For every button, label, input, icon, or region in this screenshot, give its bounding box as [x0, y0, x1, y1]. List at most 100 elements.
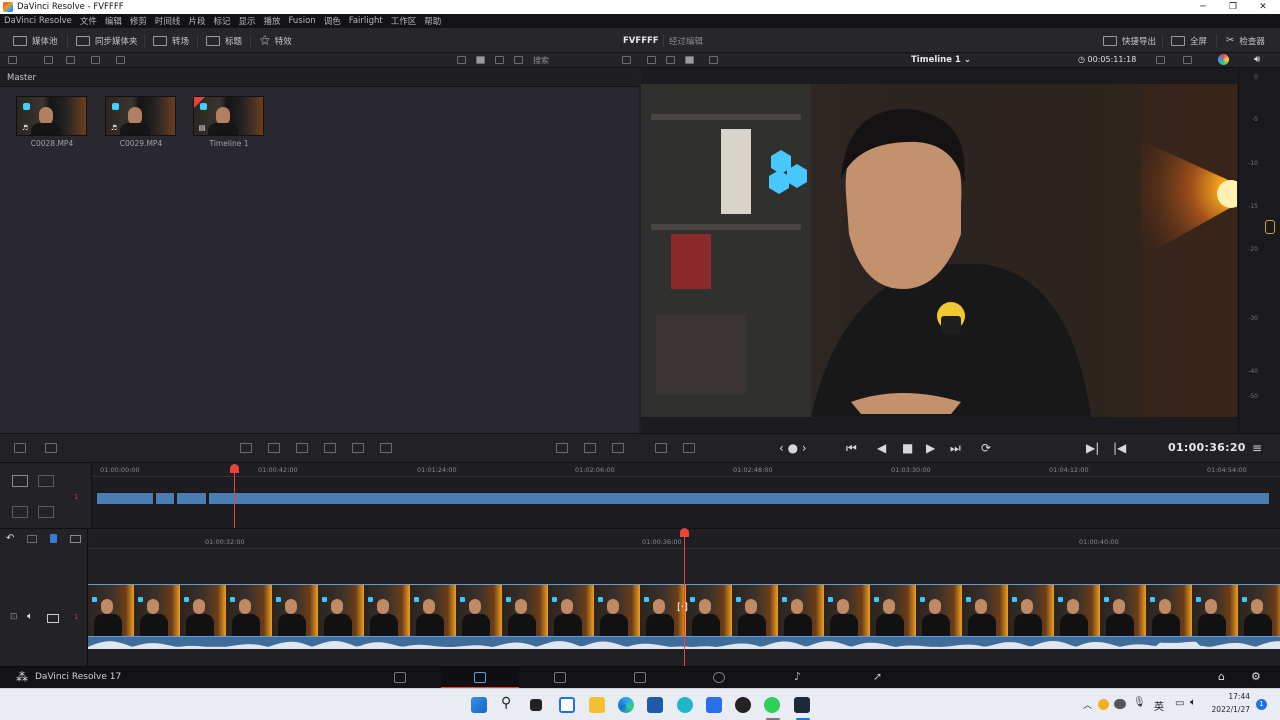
- notification-badge[interactable]: 1: [1256, 699, 1267, 710]
- media-pool-button[interactable]: 媒体池: [13, 33, 58, 48]
- menu-clip[interactable]: 片段: [188, 15, 205, 27]
- edit-page-icon[interactable]: [554, 672, 566, 683]
- edit-mode-icon[interactable]: [655, 443, 667, 453]
- clock-time[interactable]: 17:44: [1212, 692, 1250, 701]
- mini-ruler[interactable]: 01:00:00:00 01:00:42:00 01:01:24:00 01:0…: [93, 463, 1280, 477]
- sync-bin-button[interactable]: 同步媒体夹: [76, 33, 138, 48]
- color-icon[interactable]: [1218, 54, 1229, 65]
- zoom-in-icon[interactable]: [38, 506, 54, 518]
- color-page-icon[interactable]: [713, 672, 725, 683]
- list-view-icon[interactable]: [495, 56, 504, 64]
- mark-out-icon[interactable]: |◀: [1113, 441, 1126, 455]
- mark-in-icon[interactable]: ▶|: [1086, 441, 1099, 455]
- menu-color[interactable]: 调色: [324, 15, 341, 27]
- mini-clip[interactable]: [176, 492, 207, 505]
- widgets-icon[interactable]: [559, 697, 575, 713]
- close-button[interactable]: ✕: [1248, 0, 1278, 14]
- home-icon[interactable]: ⌂: [1218, 670, 1225, 683]
- menu-edit[interactable]: 编辑: [105, 15, 122, 27]
- menu-timeline[interactable]: 时间线: [155, 15, 181, 27]
- clock-date[interactable]: 2022/1/27: [1208, 705, 1250, 714]
- skip-end-icon[interactable]: ⏭: [950, 441, 961, 456]
- titles-button[interactable]: 标题: [206, 33, 242, 48]
- insert-icon[interactable]: [240, 443, 252, 453]
- link-icon[interactable]: [91, 56, 100, 64]
- menu-playback[interactable]: 播放: [263, 15, 280, 27]
- cloud-tray-icon[interactable]: [1114, 699, 1126, 709]
- strip-view-icon[interactable]: [457, 56, 466, 64]
- source-overwrite-icon[interactable]: [612, 443, 624, 453]
- close-up-icon[interactable]: [584, 443, 596, 453]
- play-reverse-icon[interactable]: ◀: [877, 441, 886, 455]
- edge-icon[interactable]: [618, 697, 634, 713]
- track-audio-icon[interactable]: 🔈︎: [27, 611, 33, 622]
- lock-icon[interactable]: ⊡: [10, 612, 18, 622]
- track-monitor-icon[interactable]: [47, 614, 59, 623]
- append-icon[interactable]: [380, 443, 392, 453]
- settings-gear-icon[interactable]: ⚙: [1251, 670, 1261, 683]
- play-icon[interactable]: ▶: [926, 441, 935, 455]
- stop-icon[interactable]: ■: [902, 441, 913, 455]
- fullscreen-button[interactable]: 全屏: [1171, 33, 1207, 48]
- quick-export-button[interactable]: 快捷导出: [1103, 33, 1156, 48]
- zoom-out-icon[interactable]: [12, 506, 28, 518]
- sort-icon[interactable]: [622, 56, 631, 64]
- overlay-icon[interactable]: [1156, 56, 1165, 64]
- snapping-icon[interactable]: ↶: [6, 533, 14, 544]
- thumbnail-view-icon[interactable]: [476, 56, 485, 64]
- menu-davinci[interactable]: DaVinci Resolve: [4, 16, 72, 26]
- media-player-icon[interactable]: [735, 697, 751, 713]
- razor-icon[interactable]: [45, 443, 57, 453]
- menu-icon[interactable]: ≡: [1252, 441, 1262, 455]
- qq-browser-icon[interactable]: [677, 697, 693, 713]
- metadata-icon[interactable]: [116, 56, 125, 64]
- mail-icon[interactable]: [706, 697, 722, 713]
- timeline-options-icon[interactable]: [14, 443, 26, 453]
- viewer-frame[interactable]: [641, 84, 1237, 417]
- panel-toggle-icon[interactable]: [8, 56, 17, 64]
- transform-icon[interactable]: [1183, 56, 1192, 64]
- qq-tray-icon[interactable]: [1098, 699, 1109, 710]
- menu-file[interactable]: 文件: [80, 15, 97, 27]
- transitions-button[interactable]: 转场: [153, 33, 189, 48]
- tray-chevron-icon[interactable]: ︿: [1083, 698, 1092, 711]
- detail-view-icon[interactable]: [514, 56, 523, 64]
- flag-icon[interactable]: [50, 534, 57, 543]
- source-icon[interactable]: [666, 56, 675, 64]
- menu-fairlight[interactable]: Fairlight: [349, 16, 383, 26]
- replace-icon[interactable]: [296, 443, 308, 453]
- mini-clip[interactable]: [155, 492, 175, 505]
- ripple-icon[interactable]: [556, 443, 568, 453]
- minimize-button[interactable]: ─: [1188, 0, 1218, 14]
- skip-start-icon[interactable]: ⏮: [846, 441, 857, 456]
- fit-to-fill-icon[interactable]: [324, 443, 336, 453]
- search-icon[interactable]: ⚲: [501, 695, 511, 711]
- mini-clip[interactable]: [96, 492, 154, 505]
- menu-workspace[interactable]: 工作区: [391, 15, 417, 27]
- effects-button[interactable]: ⚝ 特效: [260, 33, 292, 48]
- clip-c0029[interactable]: ♬ C0029.MP4: [105, 96, 177, 148]
- inspector-button[interactable]: ✂ 检查器: [1226, 33, 1265, 48]
- microphone-icon[interactable]: 🎙︎: [1133, 697, 1146, 708]
- menu-fusion[interactable]: Fusion: [289, 16, 316, 26]
- new-timeline-icon[interactable]: [66, 56, 75, 64]
- clip-c0028[interactable]: ♬ C0028.MP4: [16, 96, 88, 148]
- maximize-button[interactable]: ❐: [1218, 0, 1248, 14]
- wechat-icon[interactable]: [764, 697, 780, 713]
- overwrite-icon[interactable]: [268, 443, 280, 453]
- file-explorer-icon[interactable]: [589, 697, 605, 713]
- start-icon[interactable]: [471, 697, 487, 713]
- media-page-icon[interactable]: [394, 672, 406, 683]
- mini-playhead[interactable]: [234, 469, 235, 529]
- search-input[interactable]: 搜索: [533, 55, 613, 66]
- davinci-taskbar-icon[interactable]: [794, 697, 810, 713]
- swap-icon[interactable]: [38, 475, 54, 487]
- new-bin-icon[interactable]: [44, 56, 53, 64]
- view-options-icon[interactable]: [70, 535, 81, 543]
- fairlight-page-icon[interactable]: ♪: [794, 670, 801, 683]
- task-view-icon[interactable]: [530, 699, 542, 711]
- detail-playhead[interactable]: [684, 533, 685, 666]
- zoom-icon[interactable]: [709, 56, 718, 64]
- timeline-viewer-icon[interactable]: [685, 56, 694, 64]
- deliver-page-icon[interactable]: ➚: [873, 670, 882, 683]
